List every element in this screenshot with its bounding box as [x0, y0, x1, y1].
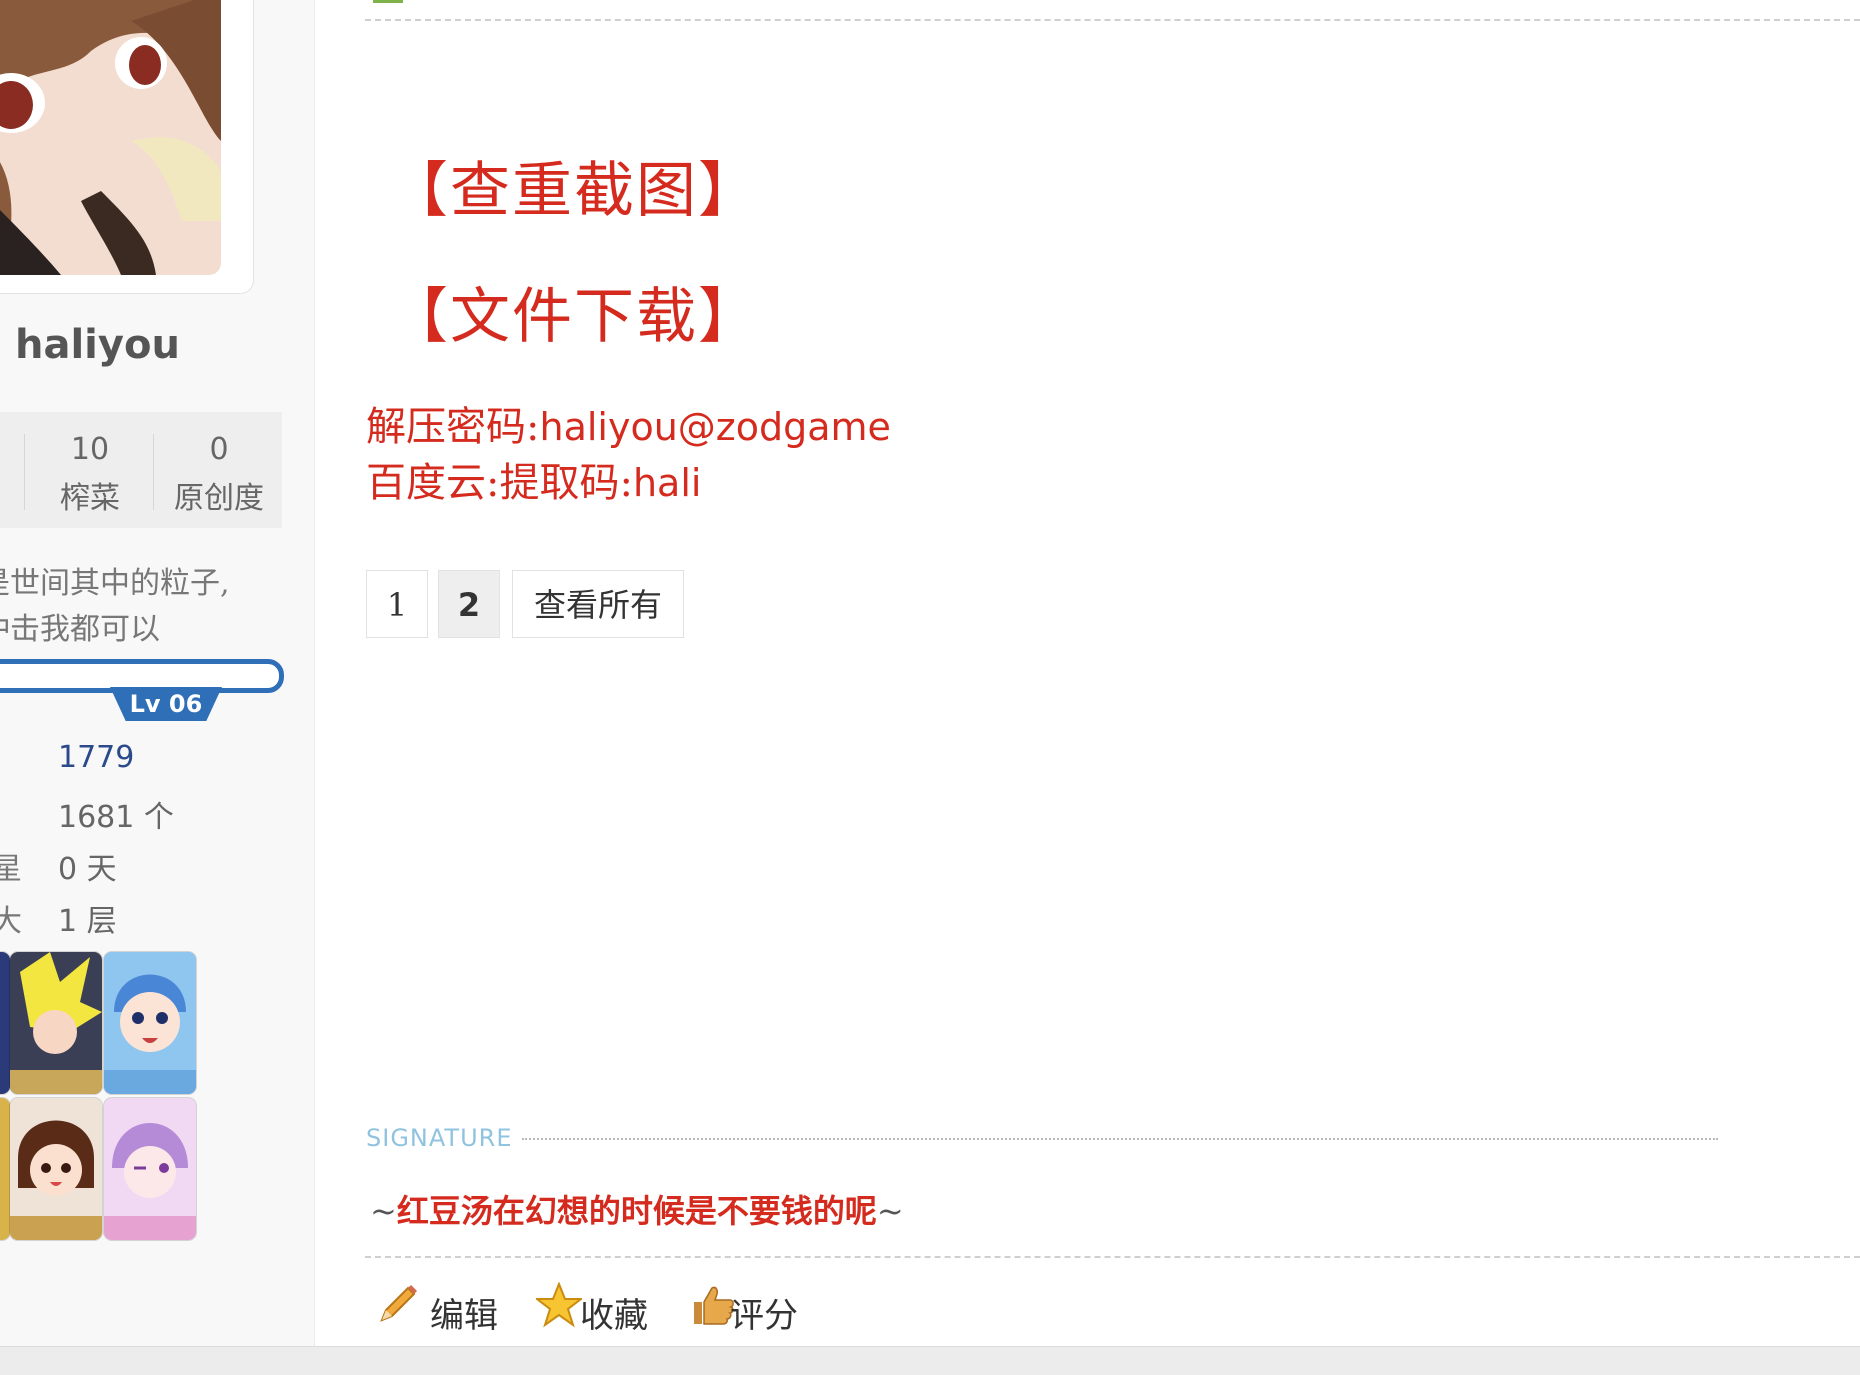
medal-icon[interactable]: [10, 952, 102, 1094]
stat-divider: [24, 434, 25, 510]
info-key: 大: [0, 904, 22, 939]
rate-label: 评分: [730, 1296, 798, 1336]
medal-icon[interactable]: [0, 952, 10, 1094]
favorite-button[interactable]: 收藏: [536, 1282, 666, 1336]
stat-zhacai[interactable]: 10 榨菜: [30, 412, 150, 528]
stat-value: 0: [209, 432, 229, 467]
page-bottom-bar: [0, 1346, 1860, 1375]
baidu-code-line: 百度云:提取码:hali: [366, 450, 701, 508]
info-key: 星: [0, 852, 22, 887]
signature-body: 红豆汤在幻想的时候是不要钱的呢: [396, 1192, 877, 1230]
star-icon: [536, 1282, 582, 1328]
heading-file-download: 【文件下载】: [388, 282, 760, 352]
user-bio-line: 冲击我都可以: [0, 612, 160, 647]
level-badge: Lv 06: [110, 687, 222, 721]
rate-button[interactable]: 评分: [690, 1282, 820, 1336]
unzip-password-value: haliyou@zodgame: [539, 405, 891, 449]
signature-label: SIGNATURE: [366, 1124, 513, 1152]
user-sidebar: haliyou 10 榨菜 0 原创度 是世间其中的粒子, 冲击我都可以 Lv …: [0, 0, 315, 1346]
info-value[interactable]: 1779: [58, 740, 134, 775]
pager-page-1[interactable]: 1: [366, 570, 428, 638]
info-value: 0 天: [58, 852, 117, 887]
baidu-code-label: 百度云:提取码:: [366, 460, 633, 506]
signature-tilde: ~: [370, 1192, 397, 1230]
stat-originality[interactable]: 0 原创度: [156, 412, 282, 528]
pencil-icon: [380, 1285, 417, 1322]
avatar-frame: [0, 0, 254, 294]
unzip-password-label: 解压密码:: [366, 404, 540, 450]
user-stats: 10 榨菜 0 原创度: [0, 412, 282, 528]
medal-icon[interactable]: [104, 952, 196, 1094]
user-bio-line: 是世间其中的粒子,: [0, 566, 230, 601]
signature-tilde: ~: [876, 1192, 904, 1230]
baidu-code-value: hali: [632, 461, 702, 505]
post-header-marker: [373, 0, 403, 3]
post-divider-bottom: [365, 1256, 1860, 1258]
medal-icon[interactable]: [104, 1098, 196, 1240]
info-value: 1681 个: [58, 800, 174, 835]
avatar[interactable]: [0, 0, 221, 275]
post-divider-top: [365, 19, 1860, 21]
username[interactable]: haliyou: [15, 322, 180, 368]
medal-icon[interactable]: [10, 1098, 102, 1240]
stat-label: 原创度: [174, 481, 264, 516]
signature-text: ~红豆汤在幻想的时候是不要钱的呢~: [370, 1186, 904, 1232]
info-value: 1 层: [58, 904, 117, 939]
stat-value: 10: [70, 432, 110, 467]
unzip-password-line: 解压密码:haliyou@zodgame: [366, 394, 891, 452]
medal-icon[interactable]: [0, 1098, 10, 1240]
edit-label: 编辑: [430, 1296, 498, 1336]
stat-label: 榨菜: [60, 481, 120, 516]
edit-button[interactable]: 编辑: [374, 1282, 504, 1336]
favorite-label: 收藏: [580, 1296, 648, 1336]
heading-duplicate-check: 【查重截图】: [388, 156, 760, 226]
signature-divider: [522, 1138, 1718, 1140]
pager-view-all[interactable]: 查看所有: [512, 570, 684, 638]
stat-divider: [153, 434, 154, 510]
pager-page-2-current[interactable]: 2: [438, 570, 500, 638]
